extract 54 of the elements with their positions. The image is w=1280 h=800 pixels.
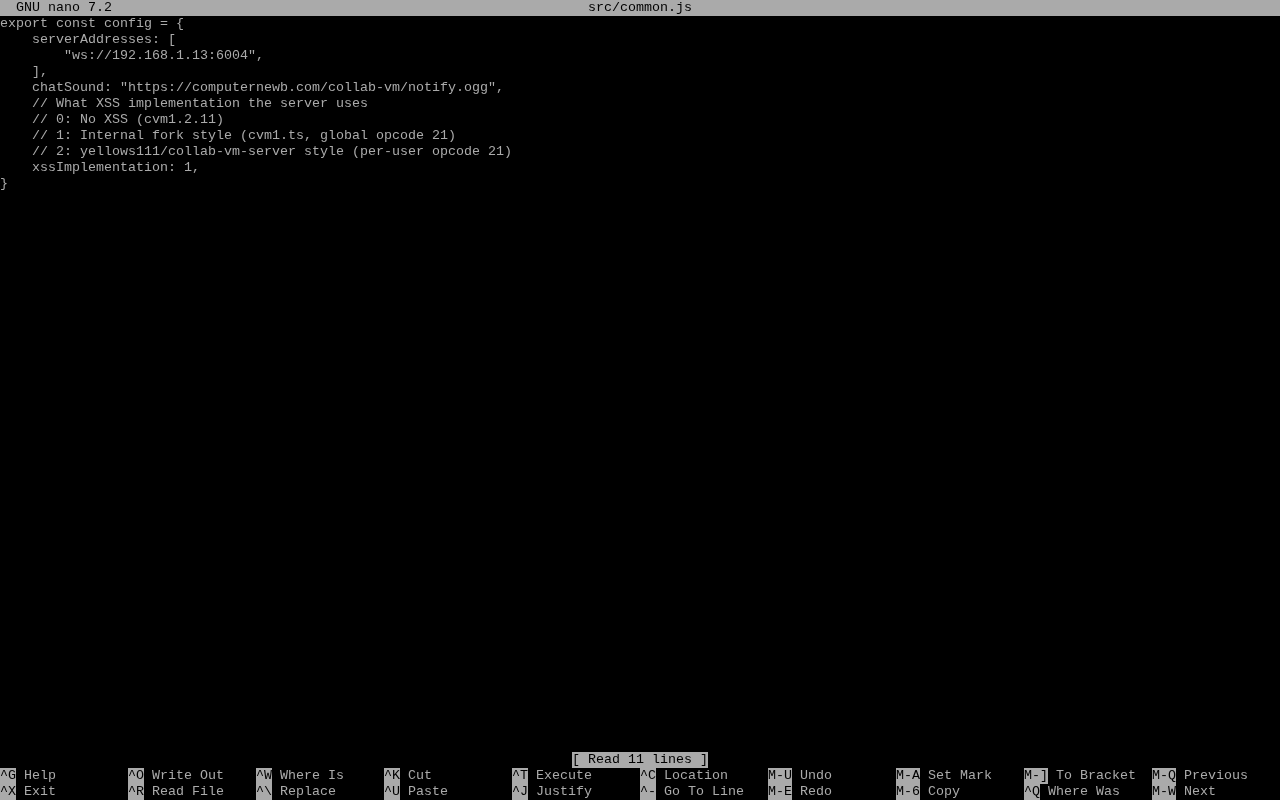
shortcut-label: Where Was <box>1048 784 1120 800</box>
code-line: // 1: Internal fork style (cvm1.ts, global opcode 21) <box>31 128 456 143</box>
code-line: // 2: yellows111/collab-vm-server style (per-user opcode 21) <box>31 144 512 159</box>
shortcut-label: Cut <box>408 768 432 784</box>
shortcut-label: Previous <box>1184 768 1248 784</box>
shortcut-key: M-] <box>1024 768 1048 784</box>
file-name: src/common.js <box>588 0 692 16</box>
shortcut-label: Undo <box>800 768 832 784</box>
code-line: "ws://192.168.1.13:6004", <box>63 48 264 63</box>
shortcut-label: Redo <box>800 784 832 800</box>
shortcut-key: ^K <box>384 768 400 784</box>
shortcut-key: ^W <box>256 768 272 784</box>
shortcut-label: Next <box>1184 784 1216 800</box>
shortcut-key: ^O <box>128 768 144 784</box>
shortcut-label: Justify <box>536 784 592 800</box>
shortcut-label: Set Mark <box>928 768 992 784</box>
shortcut-key: M-A <box>896 768 920 784</box>
shortcut-key: ^U <box>384 784 400 800</box>
shortcut-label: Help <box>24 768 56 784</box>
shortcut-key: ^T <box>512 768 528 784</box>
shortcut-label: Read File <box>152 784 224 800</box>
code-line: // 0: No XSS (cvm1.2.11) <box>31 112 224 127</box>
app-version: GNU nano 7.2 <box>16 0 112 16</box>
shortcut-key: ^J <box>512 784 528 800</box>
code-line: ], <box>31 64 48 79</box>
shortcut-label: Exit <box>24 784 56 800</box>
shortcut-key: ^R <box>128 784 144 800</box>
code-line: export const config = { <box>0 16 184 31</box>
shortcut-key: M-6 <box>896 784 920 800</box>
shortcut-key: M-Q <box>1152 768 1176 784</box>
shortcut-key: M-W <box>1152 784 1176 800</box>
shortcut-key: ^\ <box>256 784 272 800</box>
code-line: // What XSS implementation the server uses <box>31 96 368 111</box>
shortcut-label: Paste <box>408 784 448 800</box>
shortcut-key: M-U <box>768 768 792 784</box>
shortcut-key: ^C <box>640 768 656 784</box>
shortcut-key: ^Q <box>1024 784 1040 800</box>
shortcut-key: ^- <box>640 784 656 800</box>
shortcut-label: Where Is <box>280 768 344 784</box>
shortcut-label: To Bracket <box>1056 768 1136 784</box>
shortcut-key: ^G <box>0 768 16 784</box>
shortcut-label: Replace <box>280 784 336 800</box>
status-message: [ Read 11 lines ] <box>572 752 708 768</box>
shortcut-label: Location <box>664 768 728 784</box>
shortcut-label: Execute <box>536 768 592 784</box>
code-line: xssImplementation: 1, <box>31 160 200 175</box>
shortcut-label: Write Out <box>152 768 224 784</box>
shortcut-key: ^X <box>0 784 16 800</box>
shortcut-label: Go To Line <box>664 784 744 800</box>
code-line: serverAddresses: [ <box>31 32 176 47</box>
code-line: chatSound: "https://computernewb.com/collab-vm/notify.ogg", <box>31 80 504 95</box>
shortcut-label: Copy <box>928 784 960 800</box>
code-line: } <box>0 176 8 191</box>
shortcut-key: M-E <box>768 784 792 800</box>
